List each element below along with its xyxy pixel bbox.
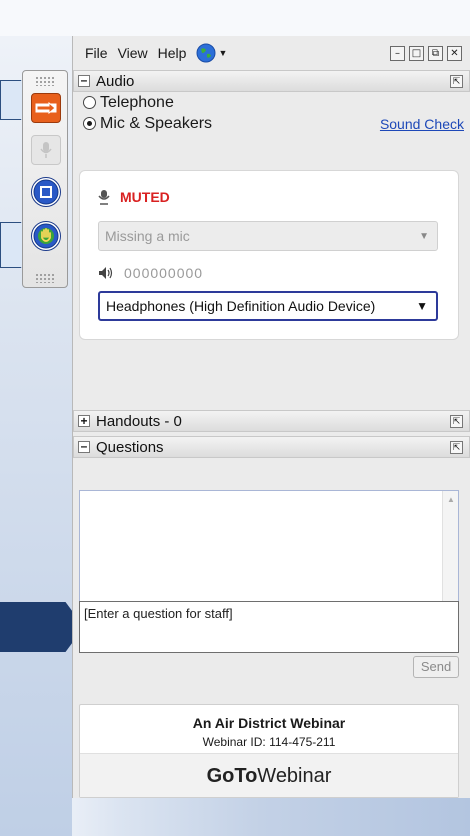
mic-speakers-radio[interactable] — [83, 117, 96, 130]
microphone-icon — [40, 142, 52, 158]
gotowebinar-logo: GoToWebinar — [80, 753, 458, 797]
audio-pane-header[interactable]: – Audio ⇱ — [73, 70, 470, 92]
microphone-icon — [98, 190, 110, 205]
arrow-right-icon — [35, 101, 57, 115]
muted-status-label: MUTED — [120, 189, 170, 205]
webinar-title: An Air District Webinar — [192, 715, 346, 731]
restore-icon[interactable]: ⧉ — [428, 45, 443, 61]
sound-check-link[interactable]: Sound Check — [380, 116, 464, 132]
popout-icon[interactable]: ⇱ — [450, 74, 463, 88]
speaker-level-row: 000000000 — [98, 265, 203, 281]
chevron-down-icon: ▼ — [419, 230, 429, 242]
stop-screen-button[interactable] — [31, 177, 61, 207]
question-input[interactable]: [Enter a question for staff] — [79, 601, 459, 653]
scroll-up-icon[interactable]: ▲ — [447, 495, 455, 504]
mic-settings-panel: MUTED Missing a mic ▼ 000000000 Headphon… — [79, 170, 459, 340]
gotowebinar-control-panel: File View Help ▼ – □ ⧉ ✕ – Audio ⇱ Telep… — [72, 36, 470, 798]
speaker-select[interactable]: Headphones (High Definition Audio Device… — [98, 291, 438, 321]
logo-webinar: Webinar — [257, 765, 332, 787]
handouts-pane-title: Handouts - 0 — [96, 412, 182, 430]
menu-help[interactable]: Help — [158, 45, 187, 61]
mute-status[interactable]: MUTED — [98, 189, 170, 205]
show-hide-panel-button[interactable] — [31, 93, 61, 123]
telephone-label: Telephone — [100, 93, 174, 111]
mic-speakers-option[interactable]: Mic & Speakers Sound Check — [73, 113, 470, 134]
questions-log[interactable]: ▲ ▼ — [79, 490, 459, 618]
raise-hand-button[interactable] — [31, 221, 61, 251]
speaker-select-value: Headphones (High Definition Audio Device… — [106, 298, 376, 314]
collapse-icon[interactable]: – — [78, 74, 90, 87]
telephone-option[interactable]: Telephone — [73, 92, 470, 113]
questions-scrollbar[interactable]: ▲ ▼ — [442, 491, 458, 617]
rail-grip-top[interactable] — [35, 76, 55, 86]
background-top — [0, 0, 470, 36]
microphone-button[interactable] — [31, 135, 61, 165]
audio-pane-body: Telephone Mic & Speakers Sound Check MUT… — [73, 92, 470, 410]
telephone-radio[interactable] — [83, 96, 96, 109]
raise-hand-icon — [33, 223, 59, 249]
collapse-icon[interactable]: – — [78, 440, 90, 453]
mic-speakers-label: Mic & Speakers — [100, 114, 213, 132]
speaker-level-indicator: 000000000 — [124, 265, 204, 281]
speaker-icon — [99, 267, 113, 279]
microphone-select[interactable]: Missing a mic ▼ — [98, 221, 438, 251]
popout-icon[interactable]: ⇱ — [450, 414, 463, 428]
menu-file[interactable]: File — [85, 45, 108, 61]
chevron-down-icon: ▼ — [218, 48, 228, 58]
questions-pane-header[interactable]: – Questions ⇱ — [73, 436, 470, 458]
popout-icon[interactable]: ⇱ — [450, 440, 463, 454]
menu-view[interactable]: View — [118, 45, 148, 61]
rail-grip-bottom[interactable] — [35, 273, 55, 283]
globe-menu[interactable]: ▼ — [196, 43, 227, 63]
stop-square-icon — [33, 179, 59, 205]
menu-bar: File View Help ▼ – □ ⧉ ✕ — [73, 36, 470, 70]
webinar-id: Webinar ID: 114-475-211 — [202, 735, 336, 749]
handouts-pane-header[interactable]: + Handouts - 0 ⇱ — [73, 410, 470, 432]
expand-icon[interactable]: + — [78, 415, 90, 427]
window-controls: – □ ⧉ ✕ — [390, 45, 462, 61]
control-rail[interactable] — [22, 70, 68, 288]
questions-pane-title: Questions — [96, 438, 164, 456]
webinar-info-footer: An Air District Webinar Webinar ID: 114-… — [79, 704, 459, 798]
globe-icon — [196, 43, 216, 63]
audio-pane-title: Audio — [96, 72, 135, 90]
minimize-icon[interactable]: – — [390, 45, 405, 61]
send-button[interactable]: Send — [413, 656, 459, 678]
microphone-select-value: Missing a mic — [105, 228, 190, 244]
close-icon[interactable]: ✕ — [447, 45, 462, 61]
logo-goto: GoTo — [206, 765, 258, 787]
chevron-down-icon: ▼ — [416, 299, 428, 313]
maximize-icon[interactable]: □ — [409, 45, 424, 61]
question-input-placeholder: [Enter a question for staff] — [84, 606, 233, 621]
